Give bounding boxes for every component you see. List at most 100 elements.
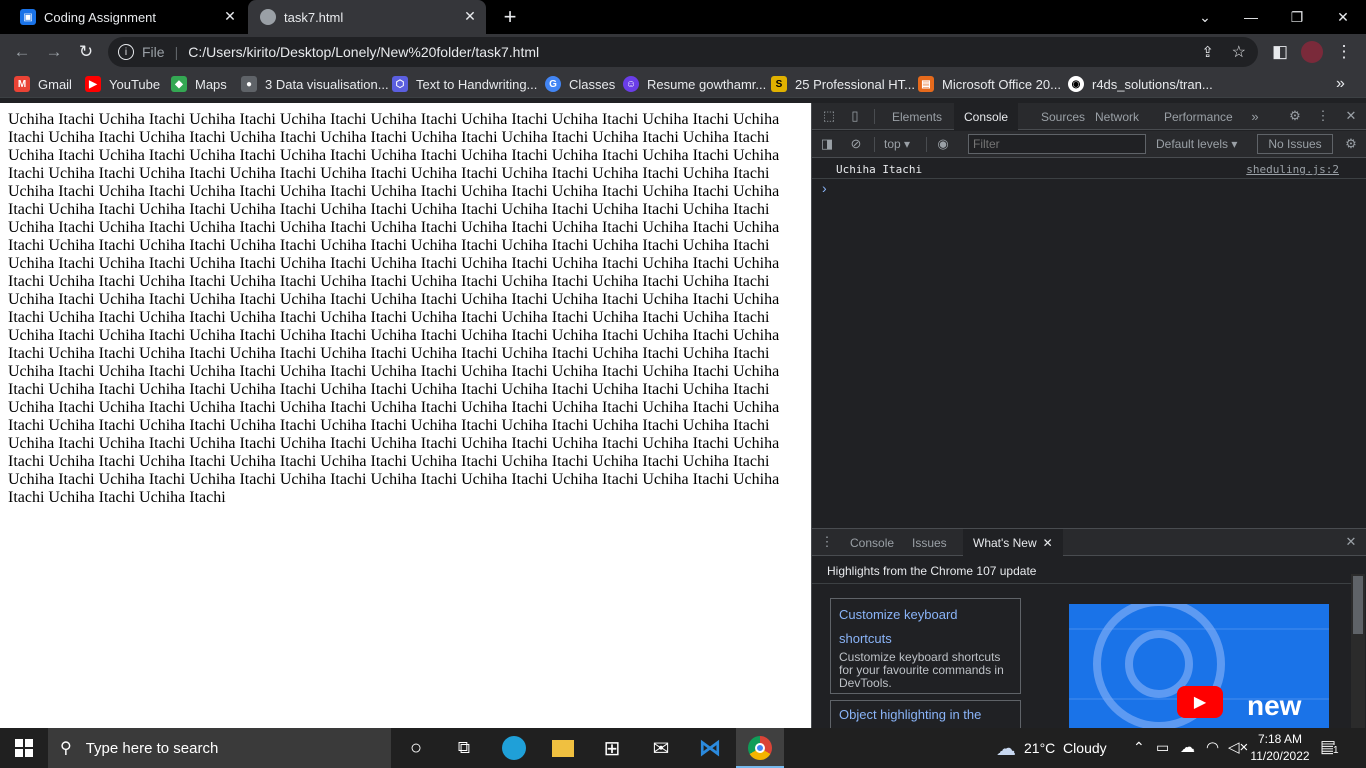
settings-gear-icon[interactable]: ⚙ — [1286, 107, 1304, 125]
drawer-tab-issues[interactable]: Issues — [902, 529, 957, 556]
notification-badge: 1 — [1333, 745, 1339, 756]
bookmark-r4ds-solutions[interactable]: ◉ r4ds_solutions/tran... — [1068, 74, 1213, 94]
sidebar-toggle-icon[interactable]: ◨ — [818, 135, 836, 153]
address-bar[interactable]: i File | C:/Users/kirito/Desktop/Lonely/… — [108, 37, 1258, 67]
close-window-button[interactable]: ✕ — [1320, 0, 1366, 34]
whats-new-card[interactable]: Object highlighting in the — [830, 700, 1021, 730]
battery-icon[interactable]: ▭ — [1156, 739, 1169, 756]
console-settings-icon[interactable]: ⚙ — [1342, 135, 1360, 153]
bookmark-maps[interactable]: ◆ Maps — [171, 74, 227, 94]
globe-icon — [260, 9, 276, 25]
tab-elements[interactable]: Elements — [882, 103, 952, 130]
task-view-icon[interactable]: ⧉ — [440, 728, 488, 768]
browser-toolbar: ← → ↻ i File | C:/Users/kirito/Desktop/L… — [0, 34, 1366, 70]
clock[interactable]: 7:18 AM 11/20/2022 — [1250, 731, 1310, 765]
console-filter-input[interactable] — [968, 134, 1146, 154]
drawer-tab-whats-new[interactable]: What's New ✕ — [963, 529, 1063, 556]
cortana-icon[interactable]: ○ — [392, 728, 440, 768]
share-icon[interactable]: ⇪ — [1201, 43, 1214, 61]
menu-icon[interactable]: ⋮ — [1332, 40, 1356, 64]
tab-search-icon[interactable]: ⌄ — [1182, 0, 1228, 34]
weather-widget[interactable]: ☁ 21°C Cloudy — [996, 728, 1107, 768]
info-icon[interactable]: i — [118, 44, 134, 60]
tab-task7[interactable]: task7.html ✕ — [248, 0, 486, 34]
drawer-scrollbar[interactable] — [1351, 574, 1365, 729]
bookmark-professional-ht[interactable]: S 25 Professional HT... — [771, 74, 915, 94]
vscode-icon[interactable]: ⋈ — [686, 728, 734, 768]
bookmarks-overflow-icon[interactable]: » — [1336, 74, 1345, 94]
devtools-tabbar: ⬚ ▯ Elements Console Sources Network Per… — [812, 103, 1366, 130]
chrome-icon[interactable] — [736, 728, 784, 768]
inspect-element-icon[interactable]: ⬚ — [820, 107, 838, 125]
back-icon[interactable]: ← — [10, 40, 34, 64]
more-tabs-icon[interactable]: » — [1246, 107, 1264, 125]
windows-taskbar: ⚲ Type here to search ○ ⧉ ⊞ ✉ ⋈ ☁ 21°C C… — [0, 728, 1366, 768]
whats-new-card[interactable]: Customize keyboard shortcuts Customize k… — [830, 598, 1021, 694]
issues-button[interactable]: No Issues — [1257, 134, 1333, 154]
bookmark-resume[interactable]: ☺ Resume gowthamr... — [623, 74, 766, 94]
scrollbar-thumb[interactable] — [1353, 576, 1363, 634]
tray-chevron-icon[interactable]: ⌃ — [1133, 739, 1145, 756]
reload-icon[interactable]: ↻ — [74, 40, 98, 64]
divider: | — [174, 44, 179, 60]
wifi-icon[interactable]: ◠ — [1206, 738, 1219, 756]
tab-title: Coding Assignment — [44, 9, 157, 25]
mail-icon[interactable]: ✉ — [637, 728, 685, 768]
close-tab-icon[interactable]: ✕ — [1043, 536, 1053, 550]
tab-network[interactable]: Network — [1085, 103, 1149, 130]
kebab-menu-icon[interactable]: ⋮ — [1314, 107, 1332, 125]
file-explorer-icon[interactable] — [539, 728, 587, 768]
bookmark-microsoft-office[interactable]: ▤ Microsoft Office 20... — [918, 74, 1061, 94]
windows-start-icon[interactable] — [0, 728, 48, 768]
card-title[interactable]: Customize keyboard shortcuts — [839, 603, 1012, 651]
close-drawer-icon[interactable]: ✕ — [1342, 533, 1360, 551]
minimize-button[interactable]: — — [1228, 0, 1274, 34]
device-toolbar-icon[interactable]: ▯ — [846, 107, 864, 125]
url-text[interactable]: C:/Users/kirito/Desktop/Lonely/New%20fol… — [188, 44, 539, 60]
play-button-icon[interactable]: ▶ — [1177, 686, 1223, 718]
whats-new-video-thumbnail[interactable]: ▶ new — [1069, 604, 1329, 729]
star-icon[interactable]: ☆ — [1232, 42, 1246, 62]
bookmark-youtube[interactable]: ▶ YouTube — [85, 74, 160, 94]
new-tab-button[interactable]: + — [498, 3, 522, 31]
console-prompt[interactable]: › — [822, 180, 827, 196]
console-output: Uchiha Itachi sheduling.js:2 › — [812, 158, 1366, 528]
side-panel-icon[interactable]: ◧ — [1268, 40, 1292, 64]
cloud-sync-icon[interactable]: ☁ — [1180, 738, 1195, 756]
tab-close-icon[interactable]: ✕ — [222, 8, 238, 24]
context-selector[interactable]: top ▾ — [884, 137, 910, 151]
taskbar-search-box[interactable]: ⚲ Type here to search — [48, 728, 391, 768]
tab-console[interactable]: Console — [954, 103, 1019, 130]
clear-console-icon[interactable]: ⊘ — [847, 135, 865, 153]
tab-strip: ▣ Coding Assignment ✕ task7.html ✕ + ⌄ —… — [0, 0, 1366, 34]
forward-icon[interactable]: → — [42, 40, 66, 64]
log-levels-dropdown[interactable]: Default levels ▾ — [1156, 137, 1237, 151]
whats-new-headline: Highlights from the Chrome 107 update — [827, 564, 1037, 578]
bookmarks-bar: M Gmail ▶ YouTube ◆ Maps ● 3 Data visualisat… — [0, 70, 1366, 98]
edge-icon[interactable] — [490, 728, 538, 768]
volume-icon[interactable]: ◁× — [1228, 738, 1248, 756]
notification-center-icon[interactable]: ▤ 1 — [1320, 737, 1348, 759]
drawer-menu-icon[interactable]: ⋮ — [818, 533, 836, 551]
tab-performance[interactable]: Performance — [1154, 103, 1243, 130]
web-icon: ● — [241, 76, 257, 92]
eye-icon[interactable]: ◉ — [934, 135, 952, 153]
avatar[interactable] — [1300, 40, 1324, 64]
bookmark-label: Microsoft Office 20... — [942, 76, 1061, 92]
console-source-link[interactable]: sheduling.js:2 — [1246, 163, 1339, 176]
bookmark-gmail[interactable]: M Gmail — [14, 74, 72, 94]
restore-button[interactable]: ❐ — [1274, 0, 1320, 34]
close-devtools-icon[interactable]: ✕ — [1342, 107, 1360, 125]
bookmark-classes[interactable]: G Classes — [545, 74, 615, 94]
drawer-tabbar: ⋮ Console Issues What's New ✕ ✕ — [812, 529, 1366, 556]
bookmark-text-to-handwriting[interactable]: ⬡ Text to Handwriting... — [392, 74, 537, 94]
tab-coding-assignment[interactable]: ▣ Coding Assignment ✕ — [8, 0, 246, 34]
divider — [874, 109, 875, 124]
tab-close-icon[interactable]: ✕ — [462, 8, 478, 24]
card-title[interactable]: Object highlighting in the — [839, 705, 1012, 725]
search-placeholder: Type here to search — [85, 739, 219, 757]
bookmark-data-visualisation[interactable]: ● 3 Data visualisation... — [241, 74, 389, 94]
bookmark-label: 25 Professional HT... — [795, 76, 915, 92]
drawer-tab-console[interactable]: Console — [840, 529, 904, 556]
store-icon[interactable]: ⊞ — [588, 728, 636, 768]
